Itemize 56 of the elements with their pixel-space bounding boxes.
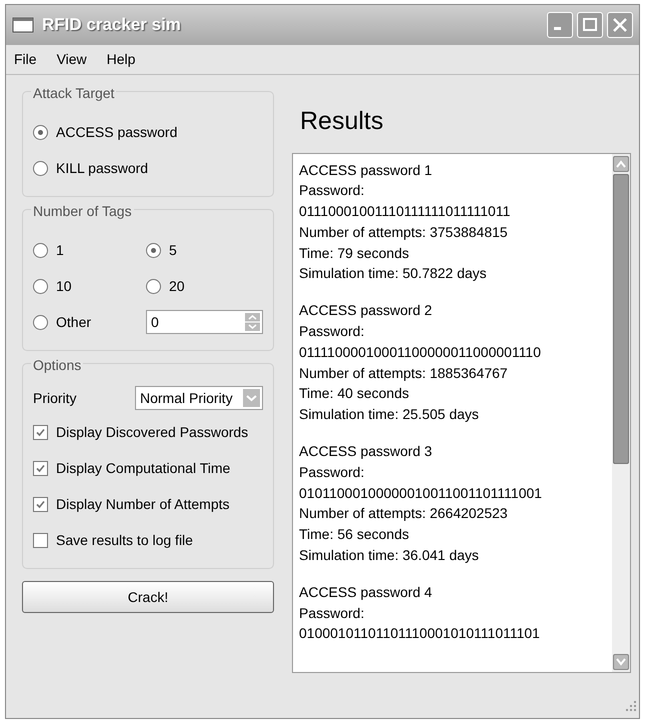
checkbox-option[interactable]: Save results to log file [33,522,263,558]
results-heading: Results [300,106,384,137]
radio-option[interactable]: Other [33,304,146,340]
radio-option[interactable]: 1 [33,232,146,268]
result-line: Time: 56 seconds [299,525,410,544]
result-line: Number of attempts: 1885364767 [299,364,509,383]
radio-option[interactable]: ACCESS password [33,114,263,150]
checkbox-option[interactable]: Display Number of Attempts [33,486,263,522]
menu-item[interactable]: Help [106,49,136,70]
result-line: Number of attempts: 3753884815 [299,222,509,242]
number-spinner[interactable]: 0 [146,310,263,334]
maximize-button[interactable] [577,12,603,38]
result-line: Password: [299,604,366,623]
scroll-thumb[interactable] [613,174,629,464]
result-line: Time: 40 seconds [299,384,410,404]
close-button[interactable] [607,12,633,38]
menu-item[interactable]: File [14,49,37,70]
window-title: RFID cracker sim [42,14,181,36]
result-line: Password: [299,462,366,482]
result-line: ACCESS password 4 [299,582,434,602]
checkmark-icon [35,426,46,438]
menu-item[interactable]: View [56,49,87,70]
window-icon [12,17,34,33]
crack-button[interactable]: Crack! [22,581,274,613]
result-line: ACCESS password 3 [299,442,434,462]
result-line: ACCESS password 2 [299,301,434,320]
radio-option[interactable]: 5 [146,232,263,268]
scroll-up-button[interactable] [613,156,629,172]
result-line: 01110001001110111111011111011 [299,202,512,222]
resize-grip-icon[interactable] [625,700,637,712]
result-line: Simulation time: 50.7822 days [299,264,488,284]
radio-option[interactable]: 10 [33,268,146,304]
field-label: Priority [33,388,77,408]
checkmark-icon [35,462,46,474]
result-line: Password: [299,322,366,342]
scroll-down-button[interactable] [613,654,629,670]
spin-arrows-icon[interactable] [245,313,260,331]
result-line: 01111000010001100000011000001110 [299,342,542,362]
close-icon[interactable] [611,16,629,34]
result-line: Number of attempts: 2664202523 [299,504,509,524]
result-line: 01000101101101110001010111011101 [299,624,541,644]
result-line: Simulation time: 25.505 days [299,405,480,424]
maximize-icon[interactable] [581,16,599,34]
result-line: Simulation time: 36.041 days [299,546,480,566]
radio-option[interactable]: KILL password [33,150,263,186]
scrollbar[interactable] [612,154,630,672]
radio-option[interactable]: 20 [146,268,263,304]
checkbox-option[interactable]: Display Discovered Passwords [33,414,263,450]
result-line: Password: [299,181,366,200]
minimize-button[interactable] [547,12,573,38]
priority-dropdown[interactable]: Normal Priority [135,386,263,410]
checkbox-option[interactable]: Display Computational Time [33,450,263,486]
result-line: ACCESS password 1 [299,160,434,180]
result-line: Time: 79 seconds [299,244,410,263]
checkmark-icon [35,498,46,510]
result-line: 01011000100000010011001101111001 [299,484,543,503]
